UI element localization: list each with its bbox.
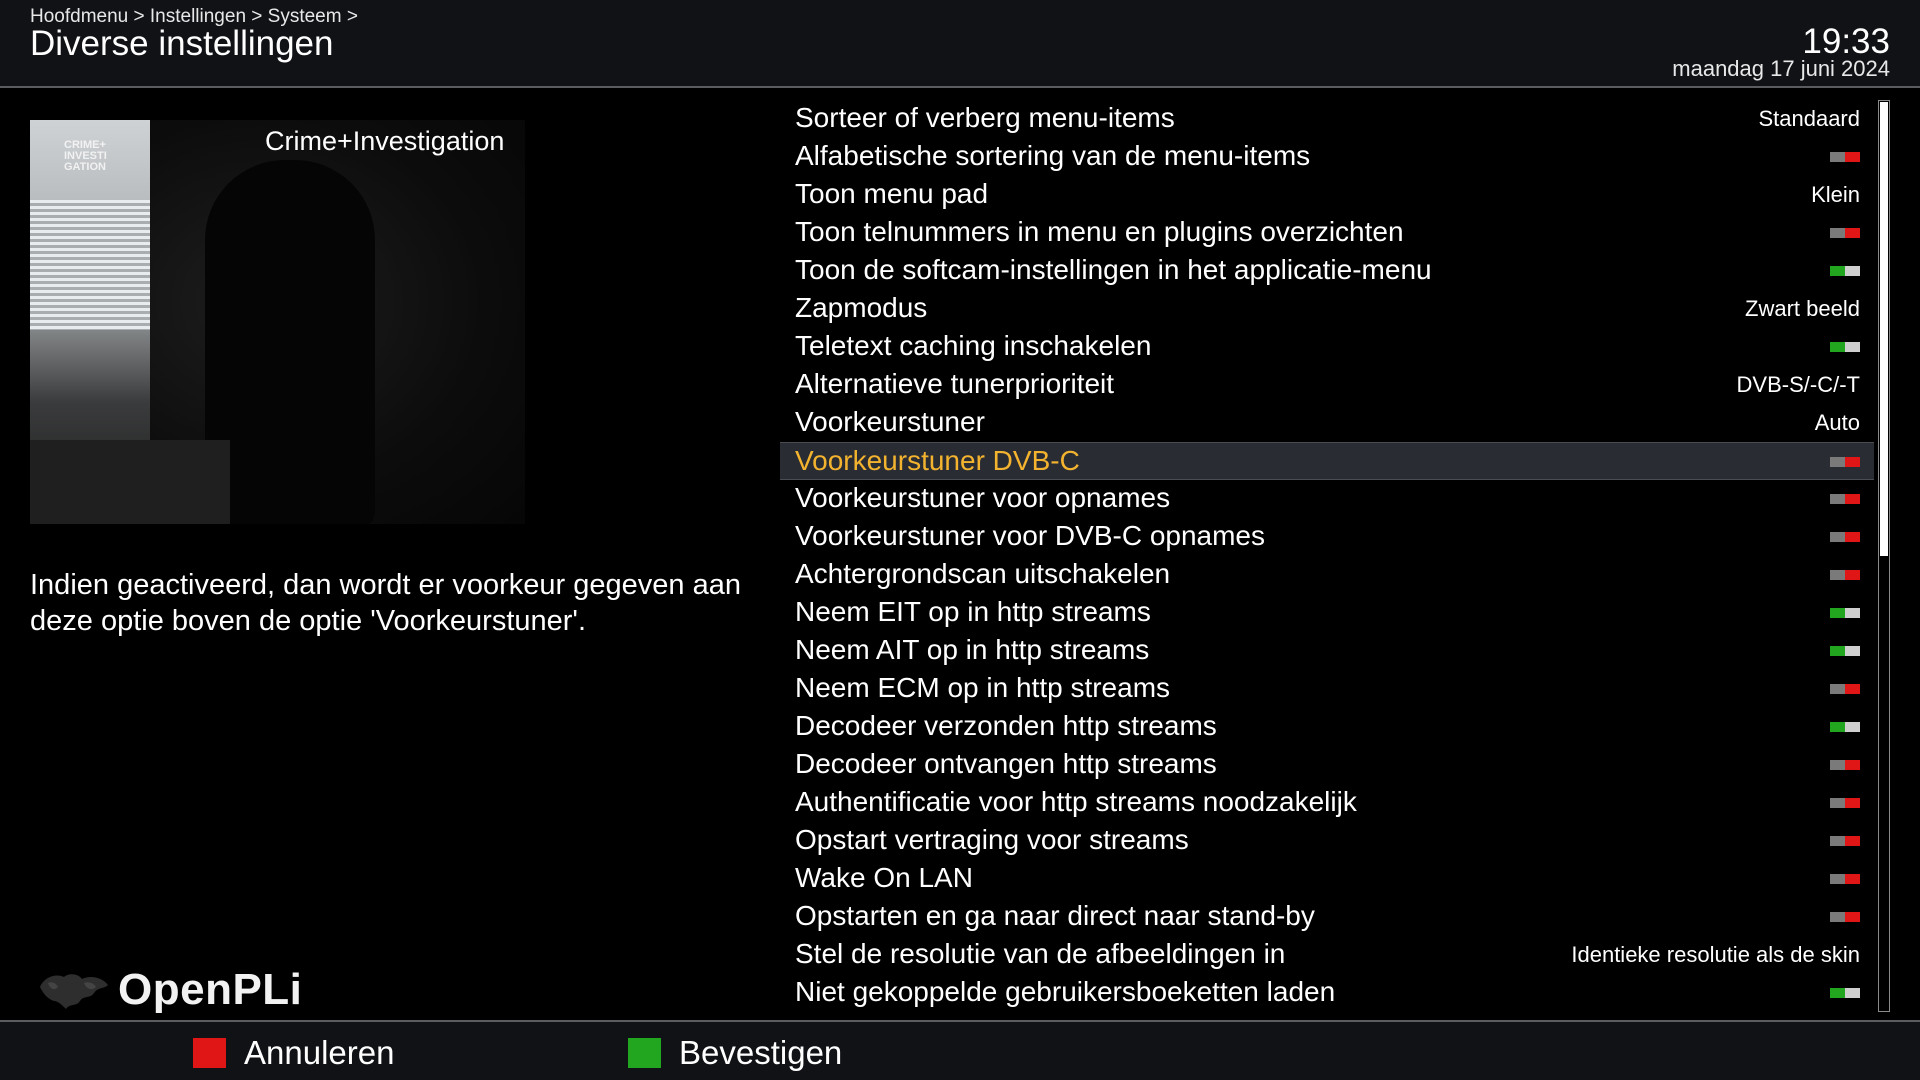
setting-label: Toon de softcam-instellingen in het appl…: [795, 254, 1432, 285]
setting-label: Achtergrondscan uitschakelen: [795, 558, 1171, 589]
setting-label: Voorkeurstuner DVB-C: [795, 445, 1080, 476]
setting-value: Identieke resolutie als de skin: [1571, 942, 1860, 967]
setting-label: Opstarten en ga naar direct naar stand-b…: [795, 900, 1315, 931]
setting-label: Decodeer ontvangen http streams: [795, 748, 1217, 779]
channel-name: Crime+Investigation: [265, 126, 505, 156]
confirm-label: Bevestigen: [679, 1034, 843, 1071]
brand-name: OpenPLi: [118, 965, 303, 1014]
toggle-off-icon[interactable]: [1830, 760, 1860, 770]
setting-value: Standaard: [1758, 106, 1860, 131]
setting-row[interactable]: Toon menu pad Klein: [780, 176, 1874, 214]
setting-row[interactable]: Achtergrondscan uitschakelen: [780, 556, 1874, 594]
setting-row[interactable]: Voorkeurstuner voor opnames: [780, 480, 1874, 518]
setting-row[interactable]: Neem EIT op in http streams: [780, 594, 1874, 632]
setting-label: Voorkeurstuner voor opnames: [795, 482, 1171, 513]
toggle-off-icon[interactable]: [1830, 532, 1860, 542]
setting-value: Klein: [1811, 182, 1860, 207]
confirm-button[interactable]: Bevestigen: [628, 1034, 843, 1071]
setting-value: Auto: [1814, 410, 1860, 435]
setting-row[interactable]: Opstarten en ga naar direct naar stand-b…: [780, 898, 1874, 936]
setting-label: Neem EIT op in http streams: [795, 596, 1151, 627]
toggle-on-icon[interactable]: [1830, 342, 1860, 352]
toggle-off-icon[interactable]: [1830, 836, 1860, 846]
toggle-on-icon[interactable]: [1830, 722, 1860, 732]
setting-label: Neem ECM op in http streams: [795, 672, 1171, 703]
setting-label: Alfabetische sortering van de menu-items: [795, 140, 1311, 171]
setting-row[interactable]: Alfabetische sortering van de menu-items: [780, 138, 1874, 176]
toggle-off-icon[interactable]: [1830, 874, 1860, 884]
setting-row[interactable]: Authentificatie voor http streams noodza…: [780, 784, 1874, 822]
header-bar: Hoofdmenu > Instellingen > Systeem > Div…: [0, 0, 1920, 88]
setting-row[interactable]: Opstart vertraging voor streams: [780, 822, 1874, 860]
scrollbar-thumb[interactable]: [1880, 102, 1888, 556]
page-title: Diverse instellingen: [30, 24, 334, 63]
setting-label: Decodeer verzonden http streams: [795, 710, 1217, 741]
toggle-on-icon[interactable]: [1830, 646, 1860, 656]
toggle-on-icon[interactable]: [1830, 266, 1860, 276]
world-map-icon: [40, 974, 108, 1009]
setting-row[interactable]: Toon de softcam-instellingen in het appl…: [780, 252, 1874, 290]
setting-row[interactable]: Wake On LAN: [780, 860, 1874, 898]
scrollbar[interactable]: [1878, 100, 1890, 1012]
setting-row[interactable]: Decodeer ontvangen http streams: [780, 746, 1874, 784]
setting-label: Opstart vertraging voor streams: [795, 824, 1189, 855]
setting-label: Neem AIT op in http streams: [795, 634, 1150, 665]
setting-value: DVB-S/-C/-T: [1736, 372, 1860, 397]
setting-row[interactable]: Sorteer of verberg menu-items Standaard: [780, 100, 1874, 138]
setting-row[interactable]: Toon telnummers in menu en plugins overz…: [780, 214, 1874, 252]
preview-desk: [30, 440, 230, 524]
settings-list: Sorteer of verberg menu-items Standaard Al…: [780, 100, 1874, 1012]
red-key-icon: [193, 1038, 226, 1068]
setting-label: Alternatieve tunerprioriteit: [795, 368, 1115, 399]
setting-label: Sorteer of verberg menu-items: [795, 102, 1175, 133]
setting-row[interactable]: Decodeer verzonden http streams: [780, 708, 1874, 746]
setting-label: Wake On LAN: [795, 862, 973, 893]
cancel-label: Annuleren: [244, 1034, 395, 1071]
channel-logo: CRIME+ INVESTI GATION: [64, 139, 107, 173]
toggle-off-icon[interactable]: [1830, 912, 1860, 922]
toggle-on-icon[interactable]: [1830, 988, 1860, 998]
setting-row[interactable]: Neem AIT op in http streams: [780, 632, 1874, 670]
toggle-off-icon[interactable]: [1830, 228, 1860, 238]
preview-figure: [205, 160, 375, 524]
brand-logo: OpenPLi: [34, 963, 302, 1017]
toggle-off-icon[interactable]: [1830, 798, 1860, 808]
cancel-button[interactable]: Annuleren: [193, 1034, 395, 1071]
setting-label: Authentificatie voor http streams noodza…: [795, 786, 1357, 817]
toggle-off-icon[interactable]: [1830, 494, 1860, 504]
setting-label: Zapmodus: [795, 292, 928, 323]
green-key-icon: [628, 1038, 661, 1068]
setting-row[interactable]: Neem ECM op in http streams: [780, 670, 1874, 708]
setting-row[interactable]: Voorkeurstuner DVB-C: [780, 442, 1874, 480]
setting-row[interactable]: Voorkeurstuner Auto: [780, 404, 1874, 442]
toggle-on-icon[interactable]: [1830, 608, 1860, 618]
tv-preview: CRIME+ INVESTI GATION Crime+Investigatio…: [30, 120, 525, 524]
setting-label: Toon menu pad: [795, 178, 989, 209]
setting-label: Voorkeurstuner voor DVB-C opnames: [795, 520, 1265, 551]
setting-value: Zwart beeld: [1745, 296, 1860, 321]
setting-row[interactable]: Voorkeurstuner voor DVB-C opnames: [780, 518, 1874, 556]
date: maandag 17 juni 2024: [1672, 56, 1890, 81]
setting-row[interactable]: Stel de resolutie van de afbeeldingen in…: [780, 936, 1874, 974]
toggle-off-icon[interactable]: [1830, 152, 1860, 162]
setting-row[interactable]: Zapmodus Zwart beeld: [780, 290, 1874, 328]
footer-bar: Annuleren Bevestigen: [0, 1020, 1920, 1080]
setting-row[interactable]: Teletext caching inschakelen: [780, 328, 1874, 366]
setting-row[interactable]: Alternatieve tunerprioriteit DVB-S/-C/-T: [780, 366, 1874, 404]
toggle-off-icon[interactable]: [1830, 570, 1860, 580]
setting-row[interactable]: Niet gekoppelde gebruikersboeketten lade…: [780, 974, 1874, 1012]
setting-label: Niet gekoppelde gebruikersboeketten lade…: [795, 976, 1336, 1007]
toggle-off-icon[interactable]: [1830, 457, 1860, 467]
toggle-off-icon[interactable]: [1830, 684, 1860, 694]
setting-label: Teletext caching inschakelen: [795, 330, 1152, 361]
setting-label: Toon telnummers in menu en plugins overz…: [795, 216, 1404, 247]
setting-label: Voorkeurstuner: [795, 406, 985, 437]
help-text: Indien geactiveerd, dan wordt er voorkeu…: [30, 569, 741, 637]
setting-label: Stel de resolutie van de afbeeldingen in: [795, 938, 1286, 969]
